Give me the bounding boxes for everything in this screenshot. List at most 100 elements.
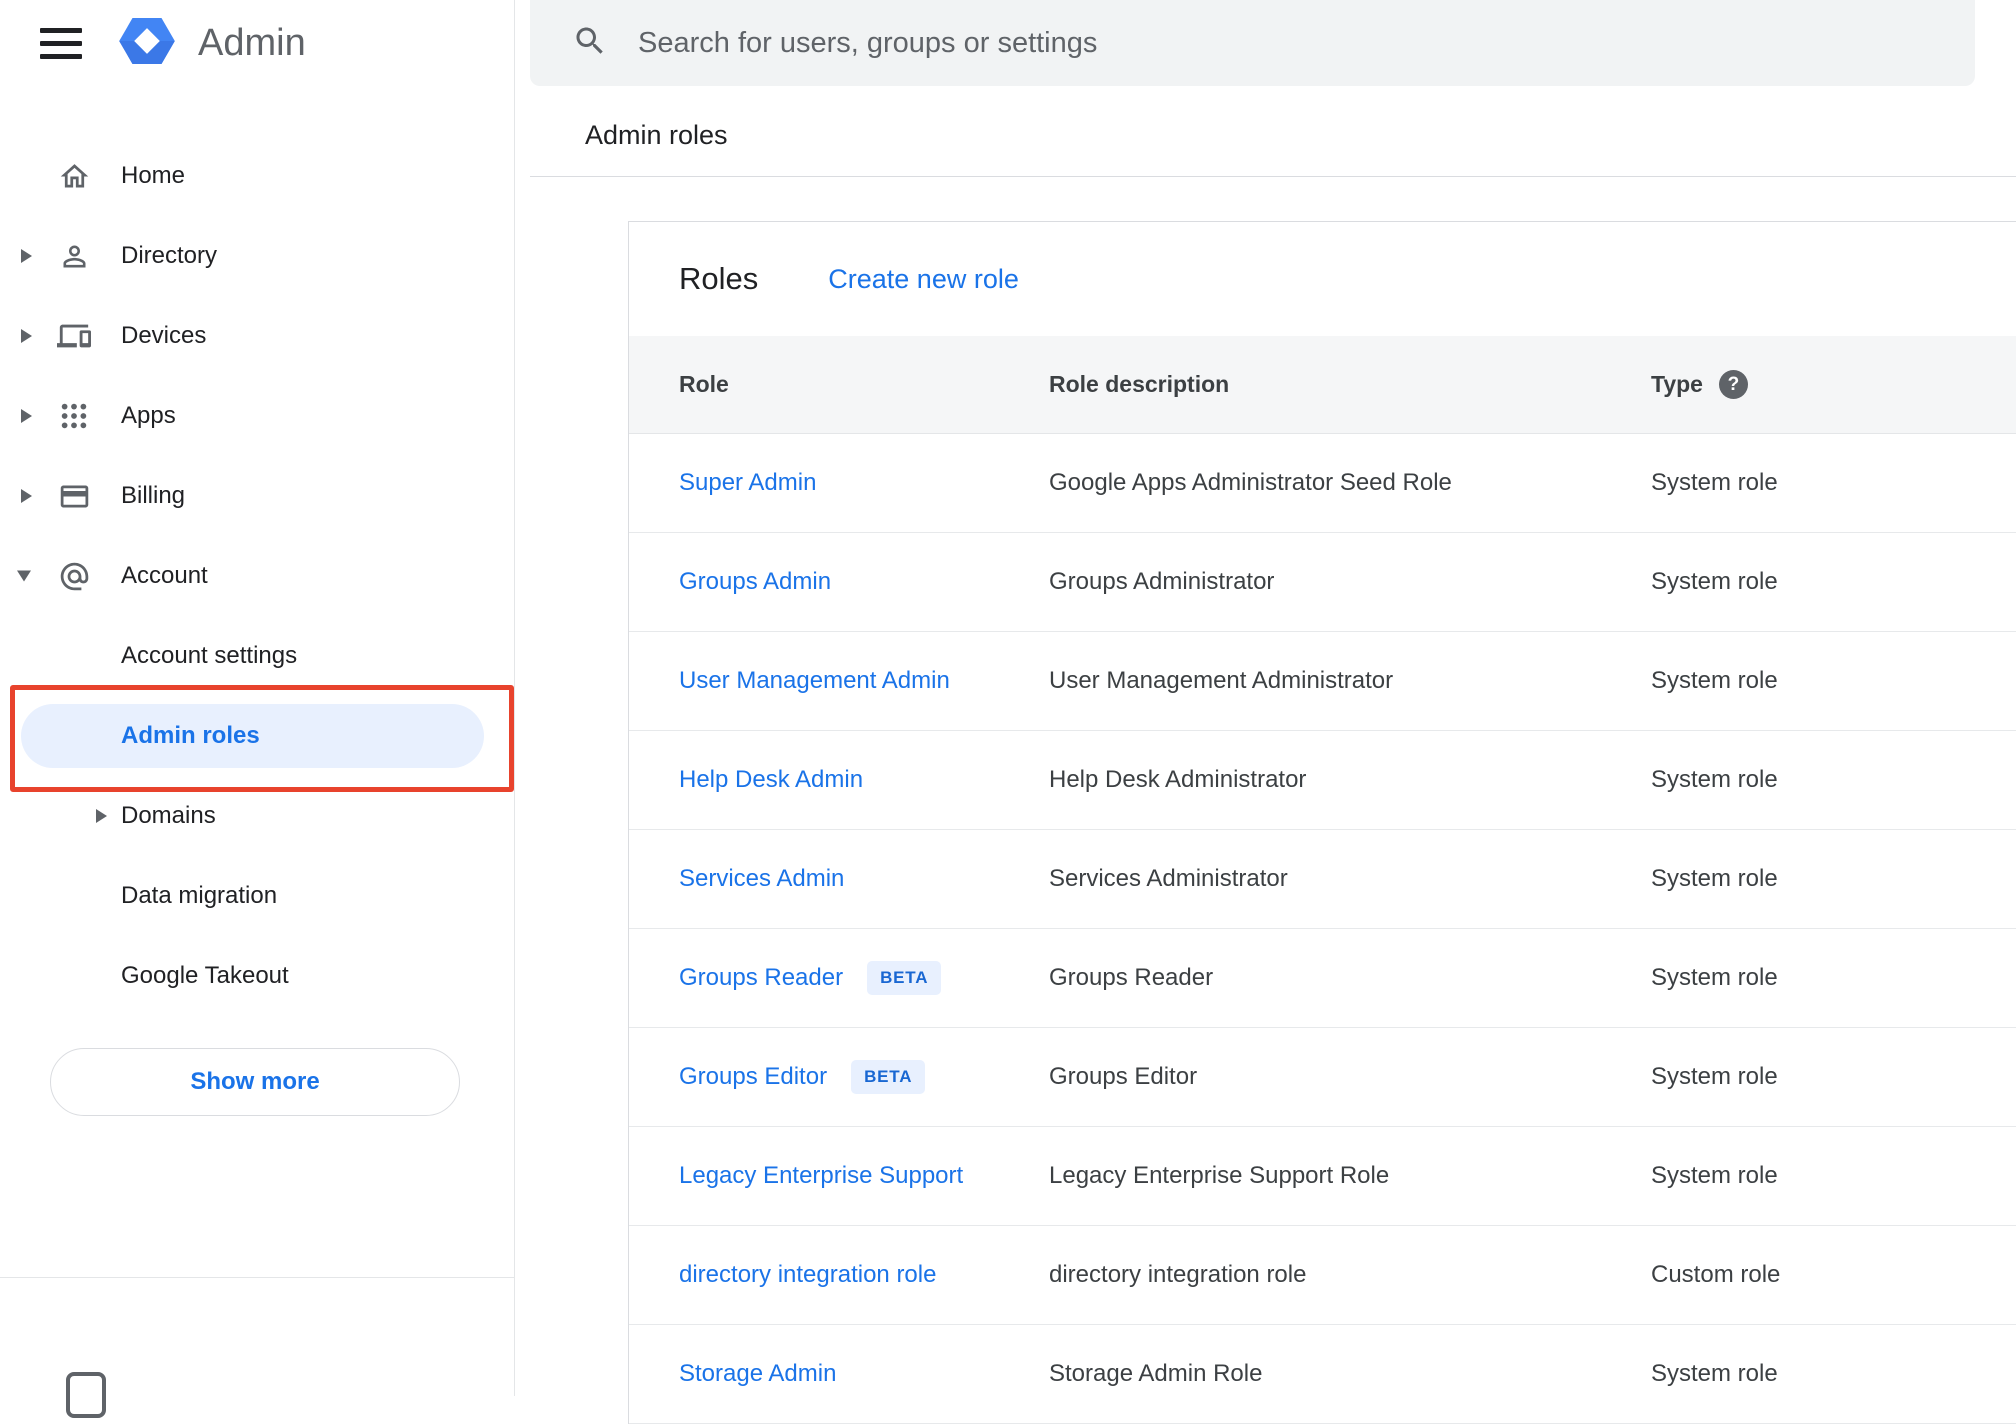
at-sign-icon	[56, 558, 92, 594]
column-header-type: Type ?	[1651, 370, 2016, 399]
sidebar-item-label: Google Takeout	[121, 962, 289, 989]
sidebar-item-google-takeout[interactable]: Google Takeout	[0, 936, 513, 1016]
main-content: Admin roles Roles Create new role Role R…	[515, 0, 2016, 1424]
role-link[interactable]: Storage Admin	[679, 1360, 836, 1388]
role-link[interactable]: Legacy Enterprise Support	[679, 1162, 963, 1190]
sidebar-item-data-migration[interactable]: Data migration	[0, 856, 513, 936]
role-link[interactable]: Groups Editor	[679, 1063, 827, 1091]
sidebar-item-home[interactable]: Home	[0, 136, 513, 216]
role-cell: directory integration role	[679, 1261, 1049, 1289]
sidebar-item-billing[interactable]: Billing	[0, 456, 513, 536]
app-title: Admin	[198, 21, 306, 64]
role-type: System role	[1651, 667, 1778, 694]
role-description: directory integration role	[1049, 1261, 1307, 1288]
sidebar-item-account[interactable]: Account	[0, 536, 513, 616]
table-row: Groups Admin Groups Administrator System…	[629, 533, 2016, 632]
sidebar-item-devices[interactable]: Devices	[0, 296, 513, 376]
role-type: System role	[1651, 568, 1778, 595]
table-row: User Management Admin User Management Ad…	[629, 632, 2016, 731]
table-header-row: Role Role description Type ?	[629, 336, 2016, 434]
sidebar-item-label: Devices	[121, 322, 207, 349]
chevron-right-icon[interactable]	[96, 809, 107, 823]
role-cell: Services Admin	[679, 865, 1049, 893]
sidebar-item-label: Account settings	[121, 642, 298, 669]
beta-badge: BETA	[851, 1060, 926, 1094]
role-type: Custom role	[1651, 1261, 1781, 1288]
table-row: Super Admin Google Apps Administrator Se…	[629, 434, 2016, 533]
role-description: Google Apps Administrator Seed Role	[1049, 469, 1452, 496]
page-title: Roles	[679, 261, 759, 296]
role-link[interactable]: Super Admin	[679, 469, 816, 497]
role-cell: Storage Admin	[679, 1360, 1049, 1388]
role-cell: Groups Reader BETA	[679, 961, 1049, 995]
admin-hexagon-logo-icon	[118, 12, 176, 75]
create-new-role-link[interactable]: Create new role	[828, 264, 1019, 295]
role-cell: Groups Editor BETA	[679, 1060, 1049, 1094]
chevron-right-icon[interactable]	[21, 329, 32, 343]
role-type: System role	[1651, 766, 1778, 793]
cutoff-device-icon	[66, 1372, 106, 1418]
role-description: Legacy Enterprise Support Role	[1049, 1162, 1390, 1189]
role-link[interactable]: User Management Admin	[679, 667, 950, 695]
role-description: Help Desk Administrator	[1049, 766, 1307, 793]
hamburger-icon	[40, 27, 82, 33]
role-link[interactable]: Help Desk Admin	[679, 766, 863, 794]
role-link[interactable]: Groups Reader	[679, 964, 843, 992]
search-input[interactable]	[636, 25, 1975, 61]
admin-logo[interactable]: Admin	[118, 12, 306, 75]
sidebar-item-apps[interactable]: Apps	[0, 376, 513, 456]
sidebar-item-directory[interactable]: Directory	[0, 216, 513, 296]
role-cell: Groups Admin	[679, 568, 1049, 596]
apps-grid-icon	[56, 398, 92, 434]
breadcrumb: Admin roles	[585, 120, 728, 150]
table-row: directory integration role directory int…	[629, 1226, 2016, 1325]
table-row: Services Admin Services Administrator Sy…	[629, 830, 2016, 929]
sidebar-item-label: Directory	[121, 242, 218, 269]
table-row: Storage Admin Storage Admin Role System …	[629, 1325, 2016, 1424]
role-cell: Super Admin	[679, 469, 1049, 497]
roles-panel: Roles Create new role Role Role descript…	[628, 221, 2016, 1424]
column-header-role: Role	[679, 371, 729, 397]
role-link[interactable]: Groups Admin	[679, 568, 831, 596]
home-icon	[56, 158, 92, 194]
chevron-right-icon[interactable]	[21, 409, 32, 423]
sidebar: Admin Home Directory Devices Apps Billin…	[0, 0, 515, 1418]
role-type: System role	[1651, 964, 1778, 991]
role-description: Groups Editor	[1049, 1063, 1198, 1090]
sidebar-nav: Home Directory Devices Apps Billing Acco…	[0, 136, 513, 1016]
table-row: Groups Editor BETA Groups Editor System …	[629, 1028, 2016, 1127]
role-link[interactable]: directory integration role	[679, 1261, 936, 1289]
role-type: System role	[1651, 865, 1778, 892]
beta-badge: BETA	[867, 961, 942, 995]
role-cell: Legacy Enterprise Support	[679, 1162, 1049, 1190]
sidebar-item-label: Apps	[121, 402, 176, 429]
role-description: Services Administrator	[1049, 865, 1288, 892]
header-divider	[530, 176, 2016, 177]
help-circle-icon[interactable]: ?	[1718, 370, 1748, 399]
sidebar-item-domains[interactable]: Domains	[0, 776, 513, 856]
search-icon	[572, 23, 608, 64]
role-description: Groups Reader	[1049, 964, 1214, 991]
devices-icon	[56, 318, 92, 354]
sidebar-item-label: Billing	[121, 482, 186, 509]
show-more-button[interactable]: Show more	[50, 1048, 460, 1116]
role-description: Storage Admin Role	[1049, 1360, 1263, 1387]
search-bar[interactable]	[530, 0, 1975, 86]
sidebar-item-label: Data migration	[121, 882, 278, 909]
menu-button[interactable]	[40, 23, 86, 63]
sidebar-header: Admin	[0, 0, 306, 86]
table-row: Help Desk Admin Help Desk Administrator …	[629, 731, 2016, 830]
sidebar-item-admin-roles[interactable]: Admin roles	[0, 696, 513, 776]
sidebar-item-label: Home	[121, 162, 186, 189]
role-cell: Help Desk Admin	[679, 766, 1049, 794]
sidebar-item-label: Admin roles	[121, 722, 260, 749]
person-icon	[56, 238, 92, 274]
role-type: System role	[1651, 1162, 1778, 1189]
chevron-right-icon[interactable]	[21, 489, 32, 503]
chevron-right-icon[interactable]	[21, 249, 32, 263]
sidebar-item-label: Domains	[121, 802, 216, 829]
role-type: System role	[1651, 469, 1778, 496]
role-link[interactable]: Services Admin	[679, 865, 844, 893]
chevron-down-icon[interactable]	[17, 570, 31, 582]
sidebar-item-account-settings[interactable]: Account settings	[0, 616, 513, 696]
